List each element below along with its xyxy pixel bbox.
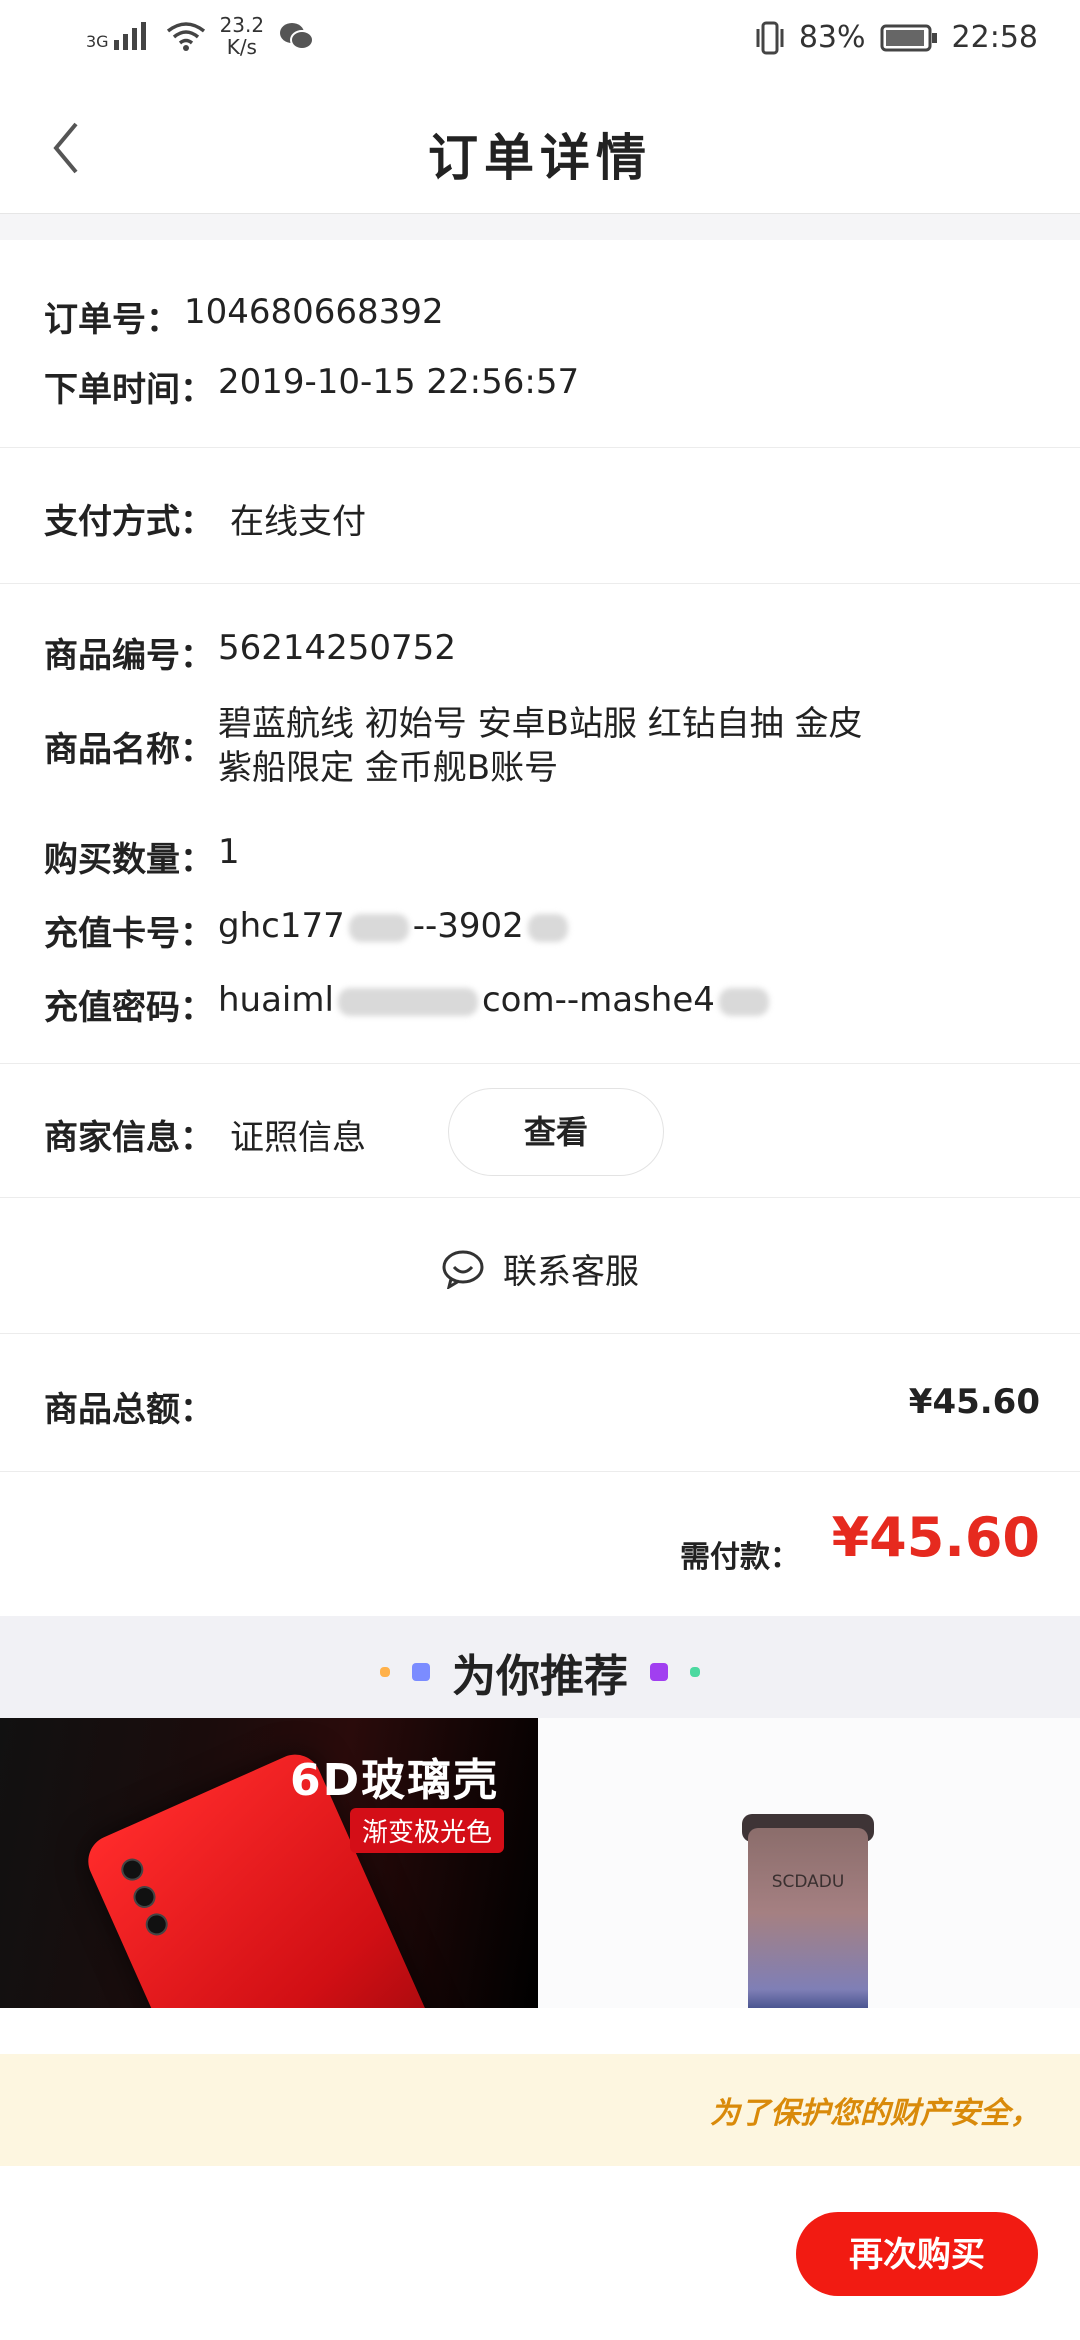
cell-signal-icon <box>113 22 146 50</box>
order-time-row: 下单时间： 2019-10-15 22:56:57 <box>44 362 579 411</box>
contact-service-button[interactable]: 联系客服 <box>0 1244 1080 1293</box>
header: 订单详情 <box>0 82 1080 214</box>
divider <box>0 214 1080 240</box>
order-time-label: 下单时间： <box>44 370 214 410</box>
product-name-row: 商品名称： 碧蓝航线 初始号 安卓B站服 红钻自抽 金皮 紫船限定 金币舰B账号 <box>44 702 863 790</box>
quantity-value: 1 <box>218 832 240 872</box>
masked-text <box>348 913 409 942</box>
network-speed: 23.2 K/s <box>219 13 265 59</box>
payment-section: 支付方式： 在线支付 <box>0 448 1080 584</box>
card-number-suffix: --3902 <box>412 906 524 946</box>
chat-bubble-icon <box>442 1250 484 1289</box>
decor-dot <box>650 1663 668 1681</box>
battery-icon <box>880 24 937 51</box>
camera-lens <box>142 1909 172 1939</box>
card-number-prefix: ghc177 <box>218 906 345 946</box>
tumbler-image: SCDADU <box>748 1828 868 2008</box>
recommend-product-card[interactable]: 6D玻璃壳 渐变极光色 <box>0 1718 538 2008</box>
masked-text <box>718 987 769 1016</box>
payable-section: 需付款： ¥45.60 <box>0 1472 1080 1616</box>
decor-dot <box>380 1667 390 1677</box>
recommend-title: 为你推荐 <box>452 1651 628 1702</box>
status-bar: 3G 23.2 K/s 83% 22:58 <box>0 0 1080 82</box>
recommend-title-group: 为你推荐 <box>0 1640 1080 1704</box>
order-info-section: 订单号： 104680668392 下单时间： 2019-10-15 22:56… <box>0 240 1080 448</box>
masked-text <box>527 913 568 942</box>
product-name-line1: 碧蓝航线 初始号 安卓B站服 红钻自抽 金皮 <box>218 704 863 744</box>
banner-title: 6D玻璃壳 <box>290 1755 500 1806</box>
page-title: 订单详情 <box>428 129 652 187</box>
wifi-icon <box>166 22 205 51</box>
quantity-row: 购买数量： 1 <box>44 832 240 881</box>
wechat-icon <box>280 23 315 50</box>
product-id-row: 商品编号： 56214250752 <box>44 628 456 677</box>
order-number-value: 104680668392 <box>184 292 444 332</box>
recommend-header: 为你推荐 <box>0 1616 1080 1718</box>
quantity-label: 购买数量： <box>44 840 214 880</box>
payable-value: ¥45.60 <box>831 1506 1040 1569</box>
card-number-row: 充值卡号： ghc177 --3902 <box>44 906 572 955</box>
product-name-label: 商品名称： <box>44 730 214 770</box>
security-notice-text: 为了保护您的财产安全， <box>710 2096 1040 2131</box>
merchant-row: 商家信息： 证照信息 <box>44 1110 366 1159</box>
view-license-button[interactable]: 查看 <box>448 1088 664 1176</box>
payment-row: 支付方式： 在线支付 <box>44 494 366 543</box>
banner-tag: 渐变极光色 <box>350 1808 505 1853</box>
network-type: 3G <box>86 32 109 51</box>
payment-label: 支付方式： <box>44 502 214 542</box>
card-password-value: huaiml com--mashe4 <box>218 980 773 1029</box>
decor-dot <box>690 1667 700 1677</box>
card-number-value: ghc177 --3902 <box>218 906 572 955</box>
order-time-value: 2019-10-15 22:56:57 <box>218 362 580 402</box>
card-password-row: 充值密码： huaiml com--mashe4 <box>44 980 773 1029</box>
product-id-value: 56214250752 <box>218 628 456 668</box>
clock: 22:58 <box>951 20 1038 55</box>
order-number-label: 订单号： <box>44 300 180 340</box>
product-id-label: 商品编号： <box>44 636 214 676</box>
masked-text <box>337 987 478 1016</box>
recommend-product-card[interactable]: SCDADU <box>538 1718 1080 2008</box>
payment-value: 在线支付 <box>230 502 366 542</box>
vibrate-icon <box>756 21 784 54</box>
merchant-value: 证照信息 <box>230 1118 366 1158</box>
goods-total-label: 商品总额： <box>44 1390 214 1430</box>
merchant-label: 商家信息： <box>44 1118 214 1158</box>
goods-total-value: ¥45.60 <box>908 1382 1040 1422</box>
buy-again-button[interactable]: 再次购买 <box>796 2212 1038 2296</box>
cup-brand: SCDADU <box>771 1872 845 1892</box>
card-number-label: 充值卡号： <box>44 914 214 954</box>
contact-service-label: 联系客服 <box>503 1252 639 1292</box>
product-section: 商品编号： 56214250752 商品名称： 碧蓝航线 初始号 安卓B站服 红… <box>0 584 1080 1064</box>
camera-lens <box>129 1882 160 1912</box>
camera-lens <box>117 1855 147 1885</box>
card-password-suffix: com--mashe4 <box>481 980 715 1020</box>
contact-service-section[interactable]: 联系客服 <box>0 1198 1080 1334</box>
battery-percent: 83% <box>798 20 866 55</box>
recommend-grid: 6D玻璃壳 渐变极光色 SCDADU <box>0 1718 1080 2008</box>
goods-total-section: 商品总额： ¥45.60 <box>0 1334 1080 1472</box>
merchant-section: 商家信息： 证照信息 查看 <box>0 1064 1080 1198</box>
order-number-row: 订单号： 104680668392 <box>44 292 444 341</box>
card-password-label: 充值密码： <box>44 988 214 1028</box>
security-notice: 为了保护您的财产安全， <box>0 2054 1080 2166</box>
payable-label: 需付款： <box>680 1540 800 1575</box>
decor-dot <box>412 1663 430 1681</box>
goods-total-row: 商品总额： <box>44 1382 214 1431</box>
card-password-prefix: huaiml <box>218 980 334 1020</box>
product-name-line2: 紫船限定 金币舰B账号 <box>218 748 559 788</box>
signal-icon: 3G <box>86 22 152 50</box>
product-name-value: 碧蓝航线 初始号 安卓B站服 红钻自抽 金皮 紫船限定 金币舰B账号 <box>218 702 863 790</box>
